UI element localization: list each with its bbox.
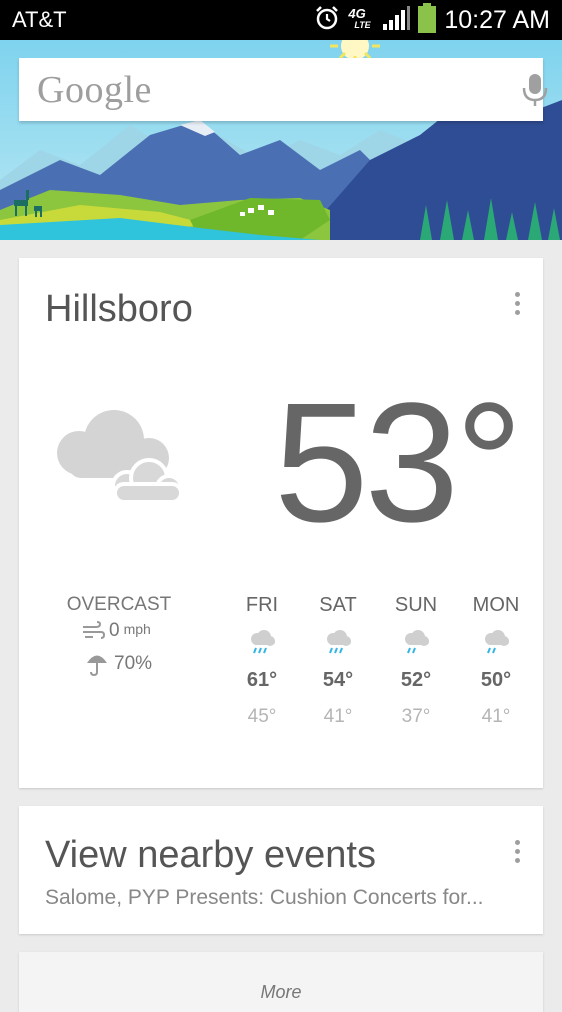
- network-sub-label: LTE: [354, 20, 371, 30]
- condition-label: OVERCAST: [66, 594, 172, 615]
- more-button[interactable]: More: [19, 952, 543, 1012]
- alarm-icon: [314, 5, 340, 36]
- rain-chance-value: 70%: [114, 653, 153, 674]
- events-subtitle: Salome, PYP Presents: Cushion Concerts f…: [45, 886, 484, 909]
- rain-cloud-icon: [227, 629, 297, 657]
- forecast-low: 45°: [247, 706, 277, 727]
- battery-icon: [418, 2, 437, 38]
- forecast-day: SUN 52° 37°: [381, 594, 451, 728]
- events-card-menu-icon[interactable]: [515, 840, 521, 863]
- forecast-day: MON 50° 41°: [461, 594, 531, 728]
- google-logo: Google: [37, 69, 152, 111]
- network-label: 4G: [348, 6, 366, 21]
- status-bar: AT&T 4G LTE 10:27 AM: [0, 0, 562, 40]
- search-bar[interactable]: Google: [19, 58, 548, 121]
- rain-chance-info: 70%: [86, 652, 152, 676]
- wind-icon: [83, 621, 105, 639]
- forecast-day-label: FRI: [245, 594, 279, 616]
- wind-unit: mph: [123, 621, 151, 637]
- carrier-label: AT&T: [12, 7, 67, 32]
- forecast-low: 41°: [323, 706, 353, 727]
- rain-cloud-icon: [381, 629, 451, 657]
- more-label: More: [260, 982, 302, 1002]
- current-temperature: 53°: [274, 368, 523, 558]
- forecast-high: 52°: [400, 669, 432, 691]
- umbrella-icon: [87, 655, 107, 676]
- weather-card[interactable]: Hillsboro 53° OVERCAST 0 mph 70% FRI 61°…: [19, 258, 543, 788]
- forecast-high: 54°: [322, 669, 354, 691]
- wind-info: 0 mph: [81, 620, 151, 642]
- forecast-high: 61°: [246, 669, 278, 691]
- header-illustration: Google: [0, 40, 562, 240]
- forecast-day-label: SAT: [319, 594, 357, 616]
- wind-value: 0: [109, 620, 120, 641]
- weather-card-menu-icon[interactable]: [515, 292, 521, 315]
- forecast-high: 50°: [480, 669, 512, 691]
- nearby-events-card[interactable]: View nearby events Salome, PYP Presents:…: [19, 806, 543, 934]
- city-name: Hillsboro: [45, 288, 193, 330]
- clock-time: 10:27 AM: [444, 5, 550, 34]
- forecast-day-label: SUN: [394, 594, 438, 616]
- forecast-day-label: MON: [472, 594, 520, 616]
- network-4g-icon: 4G LTE: [348, 6, 374, 34]
- rain-cloud-icon: [303, 629, 373, 657]
- signal-icon: [382, 5, 411, 35]
- overcast-cloud-icon: [49, 408, 189, 513]
- forecast-low: 41°: [481, 706, 511, 727]
- forecast-low: 37°: [401, 706, 431, 727]
- forecast-day: SAT 54° 41°: [303, 594, 373, 728]
- rain-cloud-icon: [461, 629, 531, 657]
- forecast-day: FRI 61° 45°: [227, 594, 297, 728]
- events-title: View nearby events: [45, 834, 376, 876]
